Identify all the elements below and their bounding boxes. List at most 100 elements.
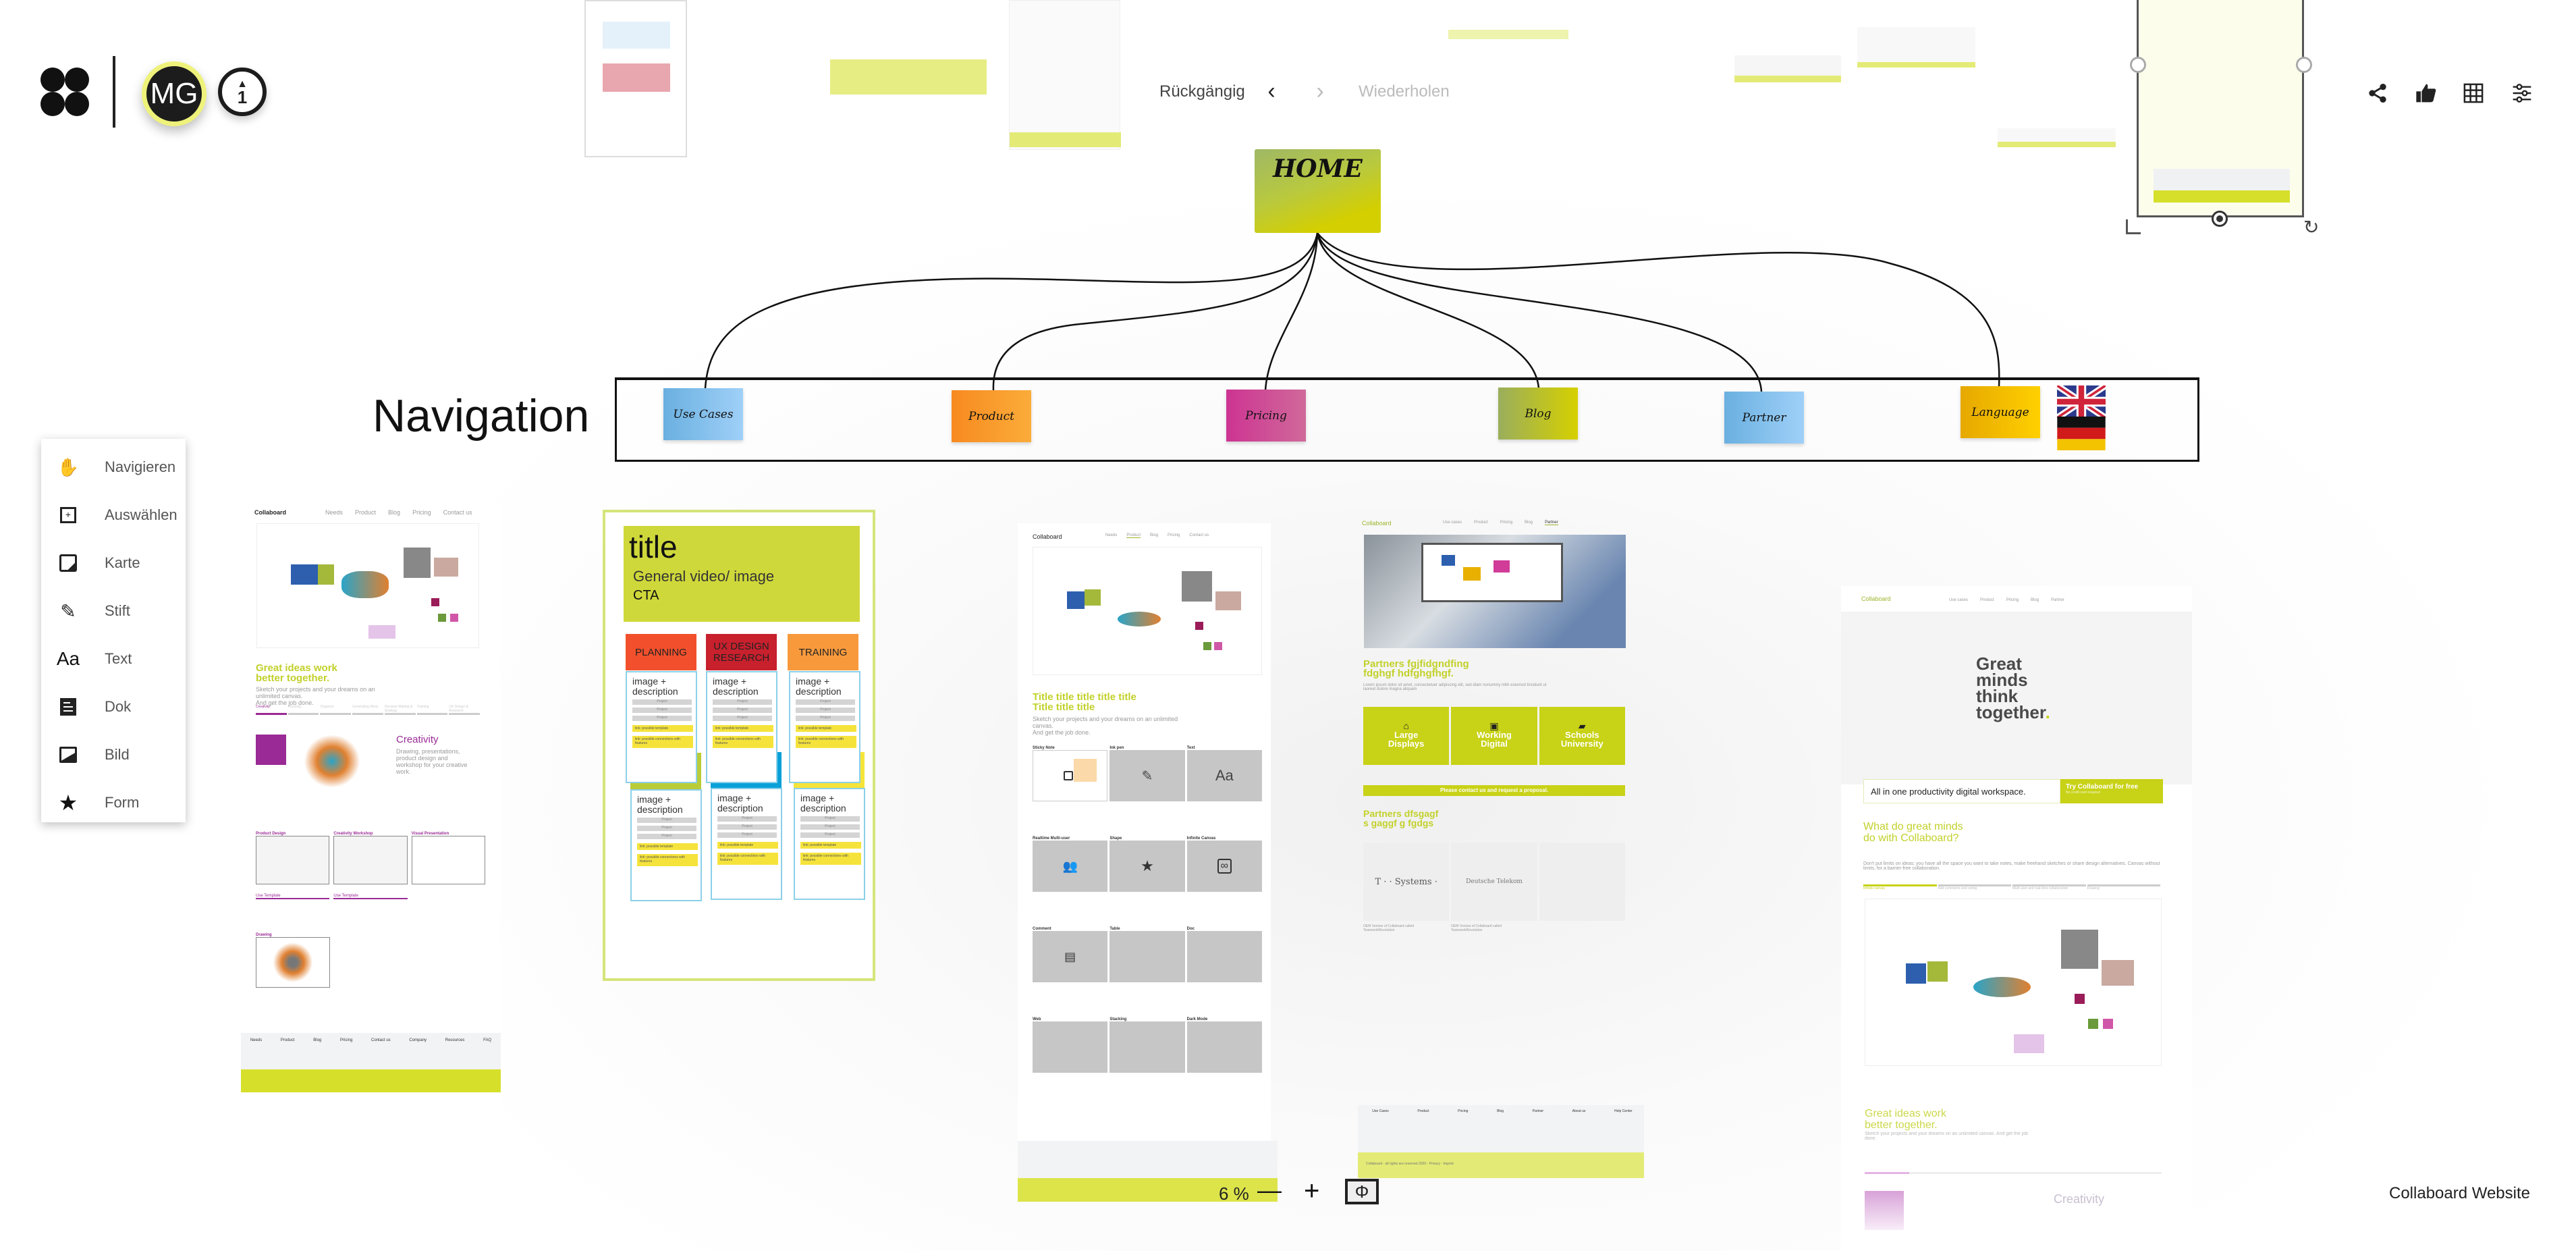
users-icon: 👥 [1033, 841, 1108, 892]
product-headline: Title title title title title Title title… [1033, 691, 1136, 713]
mock-nav: Needs Product Blog Pricing Contact us [325, 509, 472, 516]
feature-card: Ink pen ✎ [1109, 746, 1185, 801]
pen-icon: ✎ [1109, 750, 1185, 801]
whiteboard-canvas[interactable]: ↻ HOME Navigation Use Cases Product Pric… [0, 0, 2576, 1251]
mock-nav: Needs Product Blog Pricing Contact us [1105, 533, 1209, 538]
tool-image[interactable]: Bild [41, 735, 186, 775]
fit-to-screen-button[interactable]: Φ [1345, 1179, 1379, 1204]
feature-card: Stacking [1109, 1017, 1185, 1073]
connector-use-cases [704, 232, 1319, 389]
partners-headline-2: Partners dfsgagf s gaggf g fgdgs [1363, 808, 1439, 828]
star-icon: ★ [1109, 841, 1185, 892]
tool-label: Karte [105, 554, 140, 571]
tool-sticky-note[interactable]: Karte [41, 543, 186, 583]
undo-button[interactable]: ‹ [1258, 78, 1285, 105]
contact-cta-bar[interactable]: Please contact us and request a proposal… [1363, 785, 1625, 796]
cta-text: All in one productivity digital workspac… [1863, 779, 2060, 803]
connector-product [992, 232, 1319, 391]
germany-flag-icon[interactable] [2057, 417, 2106, 450]
canvas-screenshot [1033, 547, 1262, 675]
undo-label[interactable]: Rückgängig [1159, 82, 1245, 101]
footer-links: Use Cases Product Pricing Blog Partner About … [1358, 1105, 1644, 1152]
home-subtext: Sketch your projects and your dreams on … [1865, 1132, 2029, 1141]
sticky-pricing[interactable]: Pricing [1226, 390, 1306, 442]
pen-icon: ✎ [60, 600, 76, 622]
feature-card: Text Aa [1186, 746, 1262, 801]
tool-label: Auswählen [105, 506, 177, 523]
redo-button[interactable]: › [1307, 78, 1334, 105]
wireframe-card: image + description Project Project Projec… [794, 788, 865, 900]
comment-icon: ▤ [1033, 931, 1108, 982]
zoom-level: 6 % [1219, 1183, 1249, 1204]
settings-sliders-icon [2513, 84, 2531, 103]
board-product-page[interactable]: Collaboard Needs Product Blog Pricing Contac… [1018, 523, 1271, 1144]
sticky-blog[interactable]: Blog [1498, 388, 1578, 440]
usecases-tabs[interactable]: Creativity Planning Organize Generating … [256, 705, 481, 715]
sticky-note-icon [52, 550, 84, 577]
tool-label: Bild [105, 746, 130, 763]
text-icon: Aa [1186, 750, 1262, 801]
feature-card: Sticky Note [1033, 746, 1108, 801]
sticky-partner[interactable]: Partner [1724, 392, 1804, 444]
chevron-left-icon: ‹ [1267, 78, 1276, 104]
fit-icon: Φ [1354, 1181, 1369, 1202]
image-icon [52, 741, 84, 768]
tool-navigate[interactable]: ✋ Navigieren [41, 447, 186, 487]
wireframe-card: image + description Project Project Projec… [711, 788, 782, 900]
feature-card: Realtime Multi-user 👥 [1033, 836, 1108, 892]
try-free-button[interactable]: Try Collaboard for free No credit card re… [2060, 779, 2163, 803]
product-subtext: Sketch your projects and your dreams on … [1033, 716, 1178, 736]
uk-flag-icon[interactable] [2057, 385, 2106, 418]
zoom-out-button[interactable]: — [1257, 1178, 1282, 1203]
home-tabs[interactable]: Infinite canvas Add comments and voting … [1863, 884, 2160, 890]
tool-select[interactable]: + Auswählen [41, 495, 186, 535]
text-icon: Aa [56, 648, 80, 669]
online-users-badge[interactable]: ▲ 1 [218, 68, 267, 116]
sticky-home[interactable]: HOME [1255, 149, 1381, 233]
tool-pen[interactable]: ✎ Stift [41, 591, 186, 631]
tile-large-displays: ⌂ Large Displays [1363, 707, 1450, 765]
document-icon [52, 693, 84, 720]
creativity-title: Creativity [2054, 1192, 2105, 1206]
like-button[interactable] [2413, 80, 2440, 107]
usecases-subtext: Sketch your projects and your dreams on … [256, 686, 375, 706]
home-creativity-tabs [1865, 1172, 2162, 1174]
tile-schools-university: ▰ Schools University [1539, 707, 1625, 765]
wireframe-card: image + description Project Project Projec… [626, 671, 697, 783]
connector-blog [1316, 232, 1540, 389]
user-avatar[interactable]: MG [142, 61, 207, 126]
feature-card: Infinite Canvas ∞ [1186, 836, 1262, 892]
tool-shape[interactable]: ★ Form [41, 782, 186, 823]
board-home-page[interactable]: Collaboard Use cases Product Pricing Blog Pa… [1841, 586, 2192, 1251]
tool-document[interactable]: Dok [41, 687, 186, 727]
board-use-cases-page[interactable]: Collaboard Needs Product Blog Pricing Contac… [241, 500, 501, 1107]
share-button[interactable] [2364, 80, 2391, 107]
tool-label: Dok [105, 698, 132, 715]
redo-label[interactable]: Wiederholen [1359, 82, 1450, 101]
mock-nav: Use cases Product Pricing Blog Partner [1949, 598, 2064, 602]
oem-text: OEM Version of Collaboard called Teamwor… [1451, 924, 1502, 932]
partner-tiles: ⌂ Large Displays ▣ Working Digital ▰ Schools U… [1363, 707, 1625, 765]
online-users-count: 1 [237, 87, 248, 107]
creativity-title: Creativity [396, 734, 439, 745]
home-body: Don't put limits on ideas: you have all … [1863, 861, 2160, 871]
usecases-gallery: Product Design Use Template Creativity Wo… [256, 832, 485, 899]
creativity-desc: Drawing, presentations, product design a… [396, 748, 468, 775]
board-wireframe[interactable]: title General video/ image CTA PLANNING … [603, 510, 875, 981]
collaboard-logo-icon[interactable] [40, 68, 89, 116]
feature-card: Doc [1186, 927, 1262, 982]
home-headline: Great ideas work better together. [1865, 1108, 1946, 1131]
tool-text[interactable]: Aa Text [41, 639, 186, 679]
share-icon [2369, 84, 2386, 103]
deutsche-telekom-logo: Deutsche Telekom [1451, 843, 1537, 921]
sticky-product[interactable]: Product [952, 390, 1031, 442]
board-partner-page[interactable]: Collaboard Use cases Product Pricing Blog Pa… [1355, 516, 1644, 1186]
settings-button[interactable] [2509, 80, 2536, 107]
question-headline: What do great minds do with Collaboard? [1863, 821, 1963, 844]
thumbs-up-icon [2416, 84, 2436, 103]
grid-button[interactable] [2460, 80, 2487, 107]
sticky-language[interactable]: Language [1961, 386, 2040, 438]
sticky-use-cases[interactable]: Use Cases [663, 388, 743, 440]
tool-label: Text [105, 650, 132, 667]
zoom-in-button[interactable]: + [1304, 1177, 1325, 1204]
